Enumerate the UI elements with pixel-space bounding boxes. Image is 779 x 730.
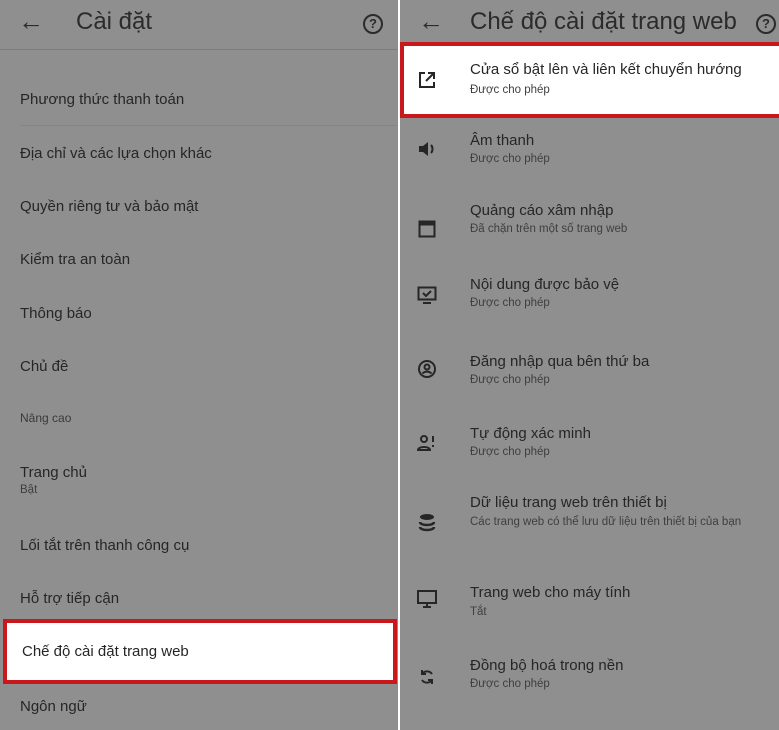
settings-item-label: Lối tắt trên thanh công cụ (20, 537, 190, 554)
site-setting-title: Nội dung được bảo vệ (470, 276, 620, 293)
sync-icon (414, 664, 440, 690)
site-setting-sub: Được cho phép (470, 297, 550, 309)
site-setting-title: Dữ liệu trang web trên thiết bị (470, 494, 667, 511)
settings-item-label: Thông báo (20, 305, 92, 322)
site-setting-sub: Các trang web có thể lưu dữ liệu trên th… (470, 516, 742, 528)
person-verify-icon (414, 430, 440, 456)
site-setting-sound[interactable]: Âm thanh Được cho phép (400, 120, 779, 190)
settings-item-site-settings[interactable]: Chế độ cài đặt trang web (3, 619, 397, 684)
site-setting-auto-verify[interactable]: Tự động xác minh Được cho phép (400, 412, 779, 482)
section-header-advanced: Nâng cao (20, 411, 72, 425)
ad-window-icon (414, 216, 440, 242)
speaker-icon (414, 136, 440, 162)
settings-item-safety-check[interactable]: Kiểm tra an toàn (0, 236, 398, 290)
site-setting-sub: Được cho phép (470, 84, 550, 96)
settings-item-label: Phương thức thanh toán (20, 91, 185, 108)
page-title: Chế độ cài đặt trang web (470, 8, 737, 35)
site-setting-background-sync[interactable]: Đồng bộ hoá trong nền Được cho phép (400, 644, 779, 714)
site-setting-title: Trang web cho máy tính (470, 584, 631, 601)
site-setting-title: Cửa sổ bật lên và liên kết chuyển hướng (470, 61, 742, 78)
site-setting-title: Tự động xác minh (470, 425, 591, 442)
site-setting-title: Đồng bộ hoá trong nền (470, 657, 624, 674)
site-setting-third-party-signin[interactable]: Đăng nhập qua bên thứ ba Được cho phép (400, 340, 779, 410)
settings-item-label: Trang chủ (20, 464, 87, 481)
settings-item-homepage[interactable]: Trang chủ Bật (0, 455, 398, 505)
settings-item-label: Chủ đề (20, 358, 69, 375)
database-icon (414, 510, 440, 536)
settings-panel: ← Cài đặt ? Phương thức thanh toán Địa c… (0, 0, 398, 730)
open-in-new-icon (414, 67, 440, 93)
settings-item-label: Chế độ cài đặt trang web (22, 643, 189, 660)
site-setting-sub: Được cho phép (470, 374, 550, 386)
site-setting-title: Đăng nhập qua bên thứ ba (470, 353, 650, 370)
settings-item-languages[interactable]: Ngôn ngữ (0, 686, 398, 730)
site-setting-protected-content[interactable]: Nội dung được bảo vệ Được cho phép (400, 262, 779, 332)
site-setting-sub: Được cho phép (470, 678, 550, 690)
site-setting-sub: Tắt (470, 606, 487, 618)
settings-item-notifications[interactable]: Thông báo (0, 290, 398, 344)
site-settings-panel: ← Chế độ cài đặt trang web ? Cửa sổ bật … (400, 0, 779, 730)
site-setting-sub: Được cho phép (470, 446, 550, 458)
site-setting-desktop-site[interactable]: Trang web cho máy tính Tắt (400, 570, 779, 640)
back-arrow-icon[interactable]: ← (418, 6, 444, 37)
settings-header: ← Cài đặt ? (0, 0, 398, 48)
site-setting-title: Quảng cáo xâm nhập (470, 202, 614, 219)
help-icon[interactable]: ? (756, 14, 776, 34)
settings-item-label: Ngôn ngữ (20, 698, 87, 715)
settings-item-label: Kiểm tra an toàn (20, 251, 131, 268)
settings-item-privacy[interactable]: Quyền riêng tư và bảo mật (0, 182, 398, 236)
help-icon[interactable]: ? (363, 14, 383, 34)
settings-item-label: Hỗ trợ tiếp cận (20, 590, 120, 607)
page-title: Cài đặt (76, 8, 153, 35)
back-arrow-icon[interactable]: ← (18, 6, 44, 37)
settings-item-label: Quyền riêng tư và bảo mật (20, 198, 199, 215)
protected-content-icon (414, 282, 440, 308)
site-setting-on-device-data[interactable]: Dữ liệu trang web trên thiết bị Các tran… (400, 484, 779, 566)
site-setting-intrusive-ads[interactable]: Quảng cáo xâm nhập Đã chặn trên một số t… (400, 190, 779, 262)
settings-item-sub: Bật (20, 484, 38, 496)
settings-item-payment[interactable]: Phương thức thanh toán (0, 57, 398, 123)
site-settings-header: ← Chế độ cài đặt trang web ? (400, 0, 779, 48)
account-circle-icon (414, 356, 440, 382)
settings-item-addresses[interactable]: Địa chỉ và các lựa chọn khác (0, 126, 398, 180)
site-setting-sub: Được cho phép (470, 153, 550, 165)
desktop-icon (414, 586, 440, 612)
settings-item-label: Địa chỉ và các lựa chọn khác (20, 145, 212, 162)
site-setting-popups[interactable]: Cửa sổ bật lên và liên kết chuyển hướng … (400, 42, 779, 118)
settings-item-theme[interactable]: Chủ đề (0, 344, 398, 394)
site-setting-sub: Đã chặn trên một số trang web (470, 223, 628, 235)
settings-item-accessibility[interactable]: Hỗ trợ tiếp cận (0, 574, 398, 618)
settings-item-toolbar-shortcut[interactable]: Lối tắt trên thanh công cụ (0, 520, 398, 574)
site-setting-title: Âm thanh (470, 132, 535, 149)
